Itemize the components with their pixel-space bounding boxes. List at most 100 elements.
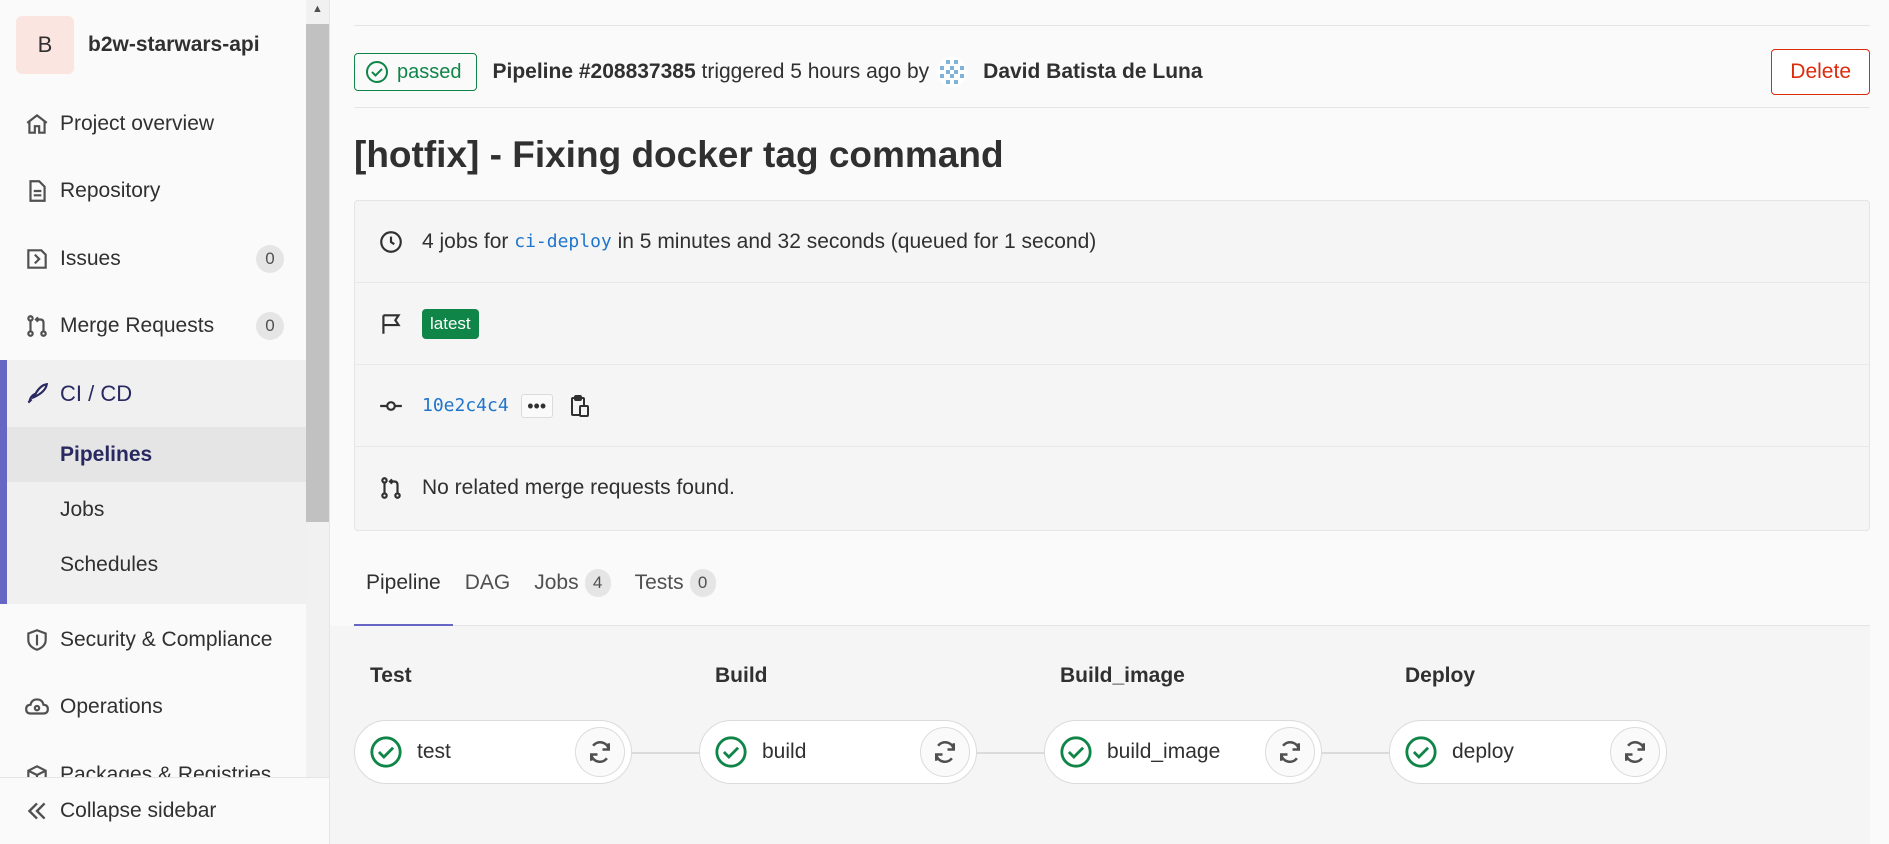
tab-dag[interactable]: DAG	[453, 540, 523, 626]
sidebar-item-label: Issues	[60, 247, 121, 270]
pipeline-graph: Test test Build build Build_image build_…	[330, 626, 1870, 844]
jobs-duration-text: in 5 minutes and 32 seconds (queued for …	[617, 229, 1097, 253]
collapse-sidebar-label: Collapse sidebar	[60, 799, 217, 822]
cloud-gear-icon	[25, 698, 49, 715]
status-badge[interactable]: passed	[354, 53, 477, 91]
collapse-sidebar-button[interactable]: Collapse sidebar	[0, 777, 329, 844]
sidebar-item-operations[interactable]: Operations	[0, 677, 306, 737]
stage-title: Deploy	[1405, 664, 1476, 687]
clock-icon	[380, 230, 402, 253]
sidebar-item-label: Security & Compliance	[60, 628, 273, 651]
sidebar-subitem-schedules[interactable]: Schedules	[7, 537, 306, 592]
project-name: b2w-starwars-api	[88, 33, 260, 56]
document-icon	[29, 180, 46, 202]
pipeline-trigger-info: Pipeline #208837385 triggered 5 hours ag…	[493, 57, 1203, 87]
shield-icon	[27, 629, 47, 651]
retry-icon	[935, 741, 955, 763]
info-row-commit: 10e2c4c4 •••	[355, 365, 1869, 447]
sidebar-subitem-pipelines[interactable]: Pipelines	[7, 427, 306, 482]
sidebar-item-label: Operations	[60, 695, 163, 718]
sidebar: B b2w-starwars-api Project overview Repo…	[0, 0, 330, 844]
success-status-icon	[715, 736, 747, 768]
scroll-up-arrow-icon[interactable]: ▲	[312, 4, 323, 15]
jobs-prefix-text: 4 jobs for	[422, 229, 509, 253]
merge-requests-text: No related merge requests found.	[422, 476, 735, 499]
retry-job-button[interactable]	[1610, 727, 1660, 777]
job-deploy[interactable]: deploy	[1389, 720, 1667, 784]
stage-title: Test	[370, 664, 412, 687]
tests-count-badge: 0	[689, 568, 716, 597]
retry-job-button[interactable]	[1265, 727, 1315, 777]
commit-sha-link[interactable]: 10e2c4c4	[422, 395, 509, 416]
retry-icon	[590, 741, 610, 763]
sidebar-item-label: Repository	[60, 179, 161, 202]
stage-build: Build build	[699, 626, 979, 844]
sidebar-scroll-area: B b2w-starwars-api Project overview Repo…	[0, 0, 306, 777]
info-row-merge-requests: No related merge requests found.	[355, 447, 1869, 529]
sidebar-item-project-overview[interactable]: Project overview	[0, 94, 306, 154]
info-row-tags: latest	[355, 283, 1869, 365]
sidebar-scrollbar-thumb[interactable]	[306, 24, 329, 522]
project-header[interactable]: B b2w-starwars-api	[16, 16, 260, 74]
pipeline-id: Pipeline #208837385	[492, 60, 696, 83]
delete-button[interactable]: Delete	[1771, 49, 1870, 95]
job-build[interactable]: build	[699, 720, 977, 784]
sidebar-item-issues[interactable]: Issues 0	[0, 229, 306, 289]
tab-pipeline[interactable]: Pipeline	[354, 540, 453, 627]
double-chevron-left-icon	[27, 802, 46, 820]
job-test[interactable]: test	[354, 720, 632, 784]
rocket-icon	[27, 382, 49, 403]
check-circle-icon	[366, 61, 388, 83]
info-row-duration: 4 jobs for ci-deploy in 5 minutes and 32…	[355, 201, 1869, 283]
flag-icon	[382, 313, 401, 334]
job-name: test	[417, 740, 451, 763]
stage-title: Build	[715, 664, 768, 687]
project-avatar: B	[16, 16, 74, 74]
job-name: build	[762, 740, 807, 763]
copy-commit-sha-button[interactable]	[567, 393, 593, 419]
sidebar-item-merge-requests[interactable]: Merge Requests 0	[0, 296, 306, 356]
sidebar-subitem-jobs[interactable]: Jobs	[7, 482, 306, 537]
sidebar-item-packages-registries[interactable]: Packages & Registries	[0, 745, 306, 777]
sidebar-scrollbar[interactable]: ▲	[306, 0, 329, 777]
retry-icon	[1625, 741, 1645, 763]
pipeline-info-box: 4 jobs for ci-deploy in 5 minutes and 32…	[354, 200, 1870, 531]
sidebar-group-cicd: CI / CD Pipelines Jobs Schedules	[0, 360, 306, 604]
clipboard-icon	[570, 394, 589, 417]
user-avatar[interactable]	[937, 57, 968, 87]
triggered-text: triggered 5 hours ago by	[701, 60, 930, 83]
sidebar-item-label: Project overview	[60, 112, 215, 135]
user-name-link[interactable]: David Batista de Luna	[983, 60, 1202, 84]
merge-request-icon	[381, 477, 401, 499]
sidebar-item-repository[interactable]: Repository	[0, 161, 306, 221]
retry-job-button[interactable]	[575, 727, 625, 777]
merge-request-icon	[27, 315, 47, 337]
sidebar-item-cicd[interactable]: CI / CD	[7, 360, 306, 427]
app: B b2w-starwars-api Project overview Repo…	[0, 0, 1889, 844]
divider	[354, 107, 1870, 108]
stage-deploy: Deploy deploy	[1389, 626, 1669, 844]
tab-tests[interactable]: Tests 0	[623, 540, 728, 626]
sidebar-item-security-compliance[interactable]: Security & Compliance	[0, 610, 306, 670]
jobs-count-badge: 4	[584, 568, 611, 597]
retry-job-button[interactable]	[920, 727, 970, 777]
merge-requests-count: 0	[256, 312, 284, 340]
success-status-icon	[1405, 736, 1437, 768]
main-content: passed Pipeline #208837385 triggered 5 h…	[330, 0, 1870, 844]
issues-count: 0	[256, 245, 284, 273]
pipeline-tabs: Pipeline DAG Jobs 4 Tests 0	[354, 540, 1870, 627]
stage-title: Build_image	[1060, 664, 1185, 687]
job-build-image[interactable]: build_image	[1044, 720, 1322, 784]
status-label: passed	[397, 60, 462, 83]
pipeline-header: passed Pipeline #208837385 triggered 5 h…	[354, 49, 1870, 95]
divider	[354, 25, 1870, 26]
commit-message-toggle-button[interactable]: •••	[520, 393, 553, 418]
commit-icon	[380, 400, 402, 411]
branch-link[interactable]: ci-deploy	[514, 231, 612, 252]
tab-label: Jobs	[534, 570, 579, 594]
tab-label: Tests	[634, 570, 684, 594]
job-name: deploy	[1452, 740, 1514, 763]
tab-jobs[interactable]: Jobs 4	[522, 540, 622, 626]
sidebar-item-label: CI / CD	[60, 380, 133, 406]
retry-icon	[1280, 741, 1300, 763]
